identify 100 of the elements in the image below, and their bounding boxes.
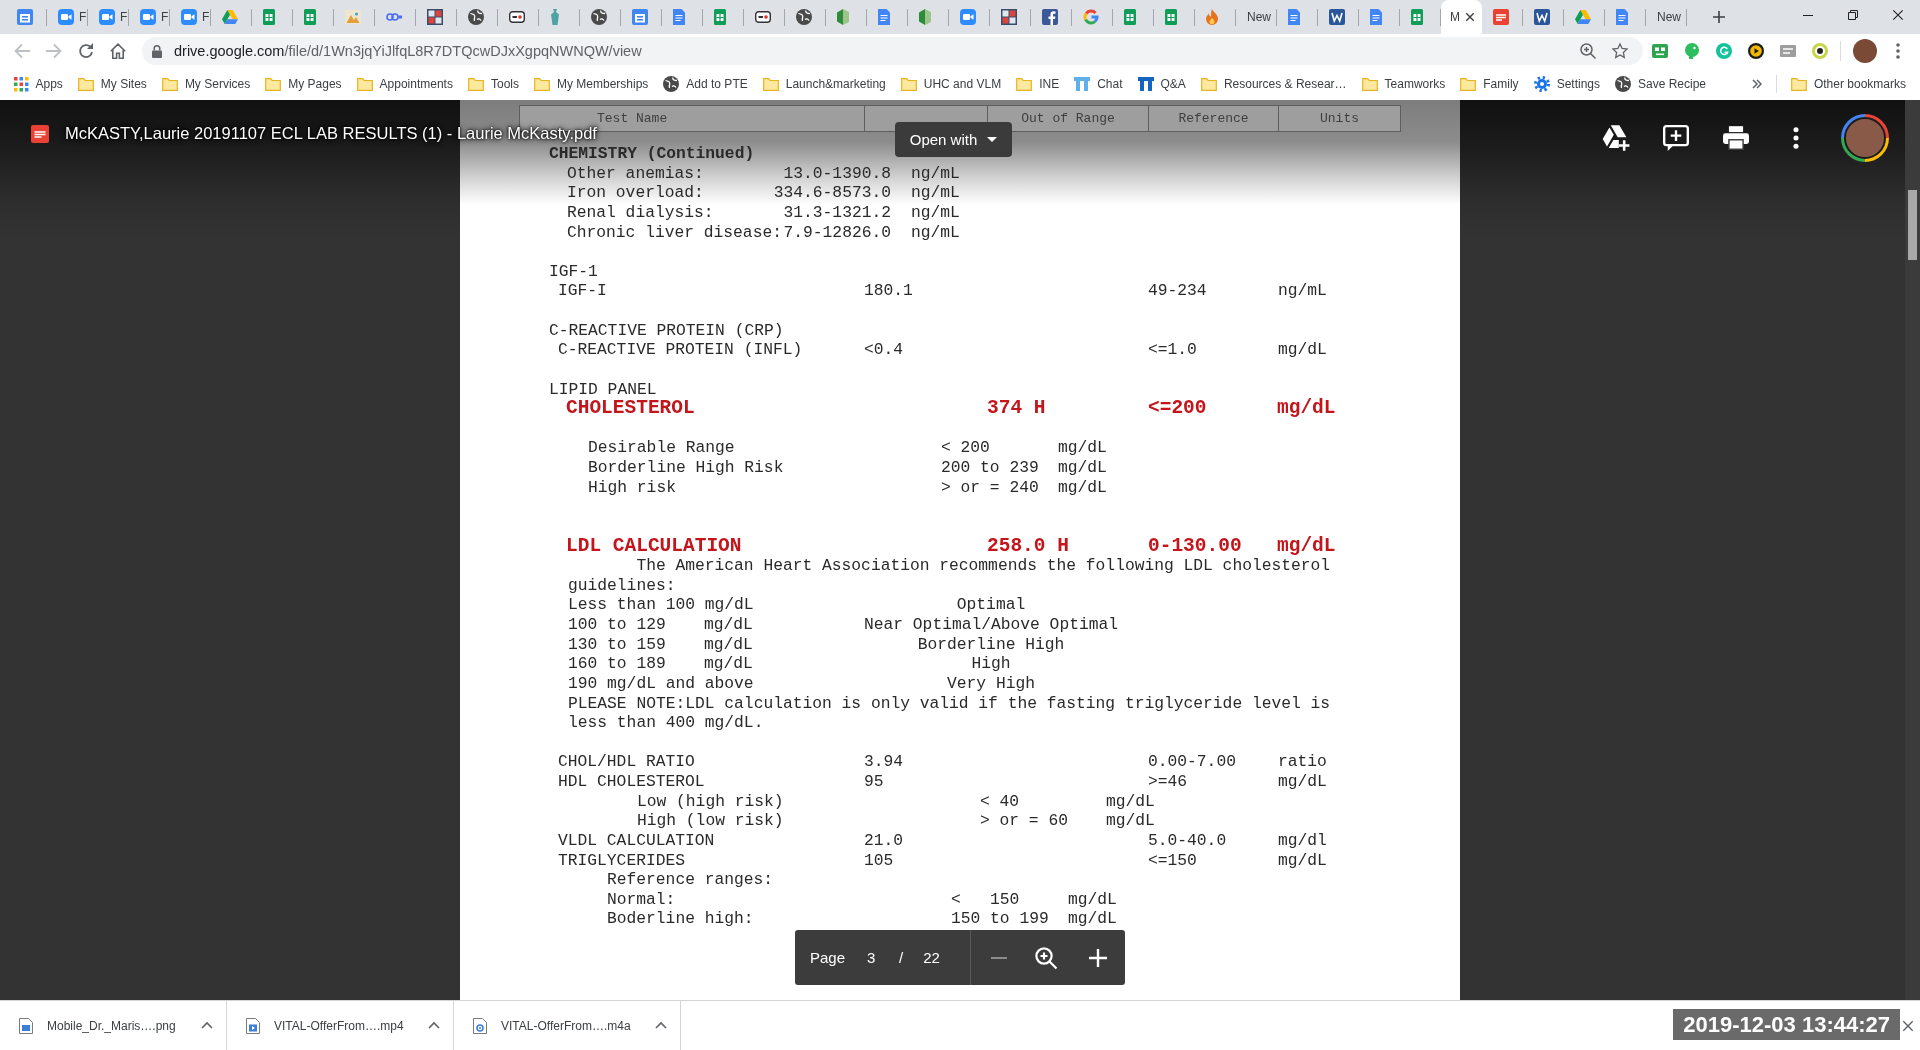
range-value: 7.9-12826.0: [783, 222, 891, 243]
note-paragraph: PLEASE NOTE:LDL calculation is only valid if the fasting triglyceride level is less than 400 mg/dL.: [568, 693, 1332, 733]
column-header: Reference: [1178, 111, 1249, 126]
bookmark-item[interactable]: Apps: [8, 70, 69, 98]
bookmark-item[interactable]: Appointments: [350, 70, 459, 98]
bookmark-item[interactable]: Launch&marketing: [756, 70, 892, 98]
browser-tab[interactable]: F: [47, 0, 88, 34]
browser-tab[interactable]: New: [1236, 0, 1277, 34]
reference-range: >=46: [1148, 772, 1188, 792]
column-header: Test Name: [597, 111, 668, 126]
bookmark-item[interactable]: Save Recipe: [1609, 70, 1713, 98]
range-value: 150 to 199: [951, 909, 1049, 930]
column-header: Out of Range: [1021, 111, 1115, 126]
range-value: < 200: [941, 438, 990, 458]
range-label: High risk: [588, 477, 676, 498]
result-unit: mg/dL: [1277, 536, 1336, 557]
folder-icon: [1361, 77, 1378, 91]
globe-icon: [663, 76, 680, 92]
reload-icon: [78, 43, 94, 59]
range-label: Renal dialysis:: [567, 202, 714, 223]
bookmark-item[interactable]: Family: [1454, 70, 1525, 98]
bookmark-item[interactable]: INE: [1010, 70, 1066, 98]
toggle-icon: [755, 11, 771, 23]
close-tab-button[interactable]: [1463, 10, 1477, 24]
guideline-category: High: [971, 654, 1011, 674]
download-item[interactable]: Mobile_Dr._Maris….png: [19, 1007, 176, 1044]
wedge-icon: [919, 9, 931, 25]
range-value: < 40: [980, 791, 1020, 812]
page-number-field[interactable]: 3: [857, 943, 886, 972]
bookmark-item[interactable]: My Sites: [71, 70, 153, 98]
range-label: Other anemias:: [567, 163, 704, 184]
bookmark-item[interactable]: Chat: [1068, 70, 1129, 98]
spreadsheet-icon: [1165, 9, 1177, 25]
bookmark-item[interactable]: UHC and VLM: [894, 70, 1008, 98]
result-value: 3.94: [864, 752, 904, 773]
star-icon: [1612, 43, 1628, 59]
spreadsheet-icon: [714, 9, 726, 25]
bookmark-item[interactable]: My Services: [155, 70, 257, 98]
scrollbar-track[interactable]: [1905, 100, 1920, 1000]
globe-icon: [468, 9, 484, 25]
bookmark-item[interactable]: Resources & Resear…: [1194, 70, 1353, 98]
scrollbar-thumb[interactable]: [1908, 190, 1917, 260]
guideline-category: Optimal: [956, 595, 1026, 616]
column-header: Units: [1320, 111, 1359, 126]
browser-tab[interactable]: New: [1646, 0, 1687, 34]
image-icon: [345, 10, 361, 24]
result-unit: mg/dL: [1278, 772, 1327, 792]
test-name: TRIGLYCERIDES: [558, 850, 685, 871]
bookmark-item[interactable]: Settings: [1527, 70, 1606, 98]
bookmark-item[interactable]: Teamworks: [1355, 70, 1452, 98]
guideline-range: 130 to 159: [568, 634, 666, 655]
result-unit: ng/mL: [1278, 281, 1327, 301]
range-label: Low (high risk): [637, 791, 784, 812]
browser-tab[interactable]: F: [170, 0, 211, 34]
close-downloads-button[interactable]: [1901, 1018, 1915, 1033]
profile-avatar[interactable]: [1853, 39, 1877, 63]
reference-range: <=200: [1148, 399, 1207, 419]
browser-tab[interactable]: F: [129, 0, 170, 34]
open-with-button[interactable]: Open with: [895, 122, 1012, 157]
forward-arrow-icon: [46, 43, 62, 59]
document-icon: [1288, 9, 1300, 25]
chevron-up-icon: [655, 1022, 667, 1029]
bookmark-item[interactable]: My Pages: [259, 70, 348, 98]
video-camera-icon: [181, 9, 197, 25]
comment-plus-icon: [1663, 125, 1689, 151]
folder-icon: [467, 77, 484, 91]
globe-icon: [1615, 76, 1631, 92]
bookmark-item[interactable]: My Memberships: [528, 70, 655, 98]
close-icon: [1466, 13, 1474, 21]
page-label: Page: [810, 949, 846, 966]
plus-icon: [1088, 948, 1107, 967]
guideline-unit: mg/dL: [704, 654, 753, 674]
guideline-category: Borderline High: [917, 634, 1065, 655]
account-avatar[interactable]: [1841, 114, 1889, 162]
range-unit: ng/mL: [911, 202, 960, 223]
browser-tab[interactable]: F: [88, 0, 129, 34]
minus-icon: [990, 956, 1007, 959]
bookmark-item[interactable]: Tools: [461, 70, 525, 98]
restore-icon: [1847, 10, 1858, 20]
download-item[interactable]: VITAL-OfferFrom….m4a: [473, 1007, 631, 1044]
range-unit: mg/dL: [1068, 909, 1117, 930]
zoom-icon: [1580, 43, 1596, 59]
range-unit: mg/dL: [1106, 791, 1155, 812]
range-value: 334.6-8573.0: [773, 183, 891, 203]
f-logo-icon: [1042, 9, 1058, 25]
bookmark-item[interactable]: Add to PTE: [657, 70, 754, 98]
address-bar[interactable]: drive.google.com/file/d/1Wn3jqYiJlfqL8R7DTQcwDJxXgpqNWNQW/view: [142, 37, 1643, 65]
minimize-icon: [1802, 14, 1813, 16]
apps-grid-icon: [14, 76, 29, 92]
result-unit: mg/dL: [1278, 340, 1327, 360]
range-label: Normal:: [607, 889, 676, 910]
other-bookmarks-button[interactable]: Other bookmarks: [1784, 70, 1912, 98]
balloon-icon: [1684, 43, 1700, 59]
download-item[interactable]: VITAL-OfferFrom….mp4: [246, 1007, 404, 1044]
folder-icon: [534, 77, 550, 91]
home-icon: [110, 43, 126, 59]
document-icon: [673, 9, 685, 25]
bookmark-item[interactable]: Q&A: [1131, 70, 1192, 98]
browser-tab[interactable]: M: [1441, 0, 1482, 34]
range-label: Desirable Range: [588, 438, 735, 458]
